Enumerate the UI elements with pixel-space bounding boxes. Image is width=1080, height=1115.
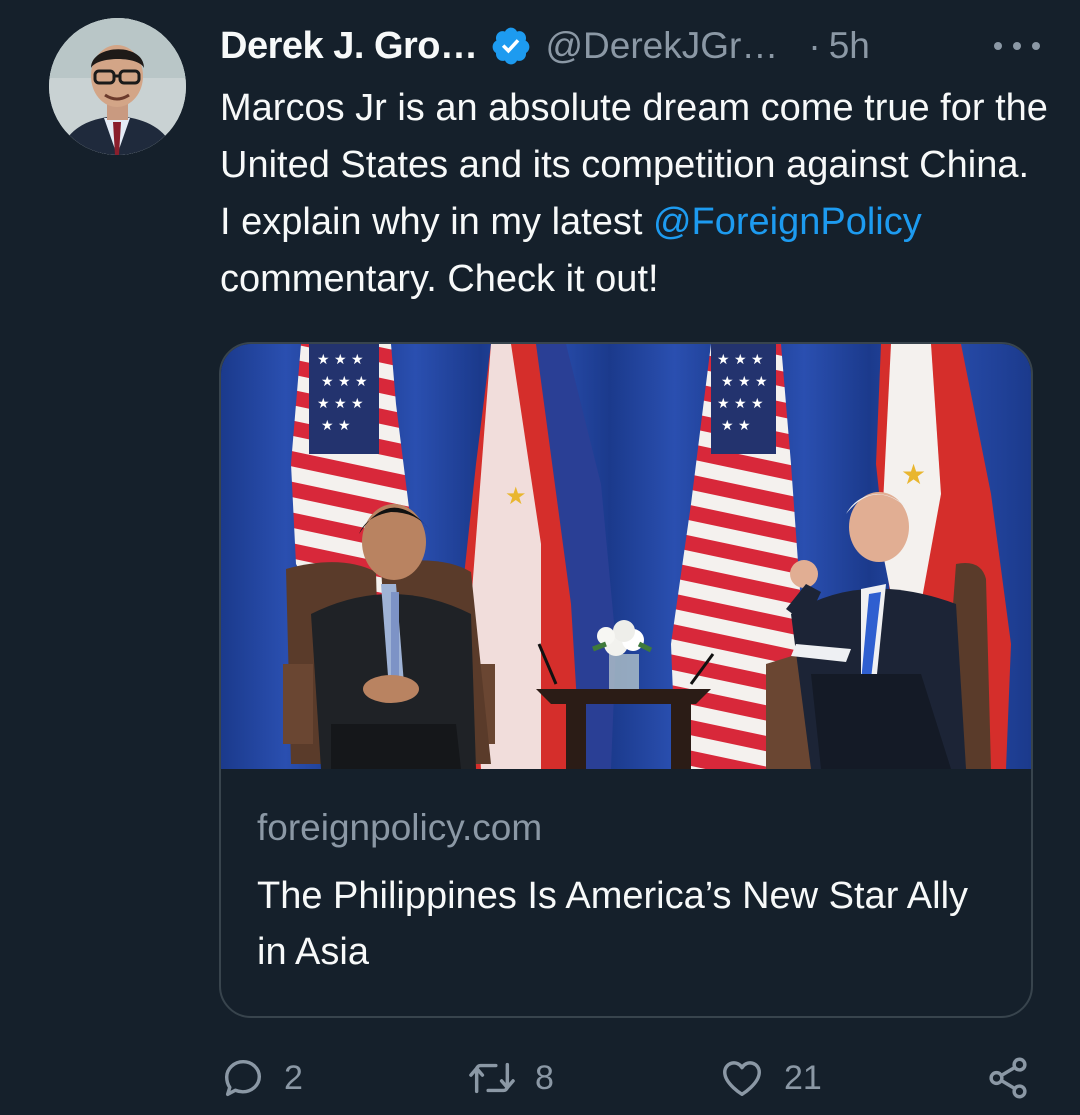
svg-text:★ ★: ★ ★ <box>321 418 351 434</box>
svg-text:★ ★: ★ ★ <box>721 418 751 434</box>
tweet[interactable]: Derek J. Gro… @DerekJGr… · 5h Marcos Jr … <box>0 0 1080 1115</box>
card-domain: foreignpolicy.com <box>257 807 543 848</box>
card-image: ★ ★ ★ ★ ★ ★ ★ ★ ★ ★ ★ ★ ★ ★ ★ ★ ★ ★ ★ ★ ★ ★ ★ … <box>221 344 1031 769</box>
svg-text:★ ★ ★: ★ ★ ★ <box>317 396 364 412</box>
card-title: The Philippines Is America’s New Star Al… <box>257 875 969 973</box>
retweet-icon <box>469 1062 515 1094</box>
reply-icon <box>224 1059 262 1097</box>
author-handle[interactable]: @DerekJGr… <box>546 25 779 67</box>
card-meta: foreignpolicy.com The Philippines Is Ame… <box>257 806 1007 980</box>
like-button[interactable]: 21 <box>718 1050 822 1106</box>
more-horizontal-icon[interactable] <box>994 26 1040 66</box>
heart-icon <box>723 1061 761 1097</box>
tweet-text-part: commentary. Check it out! <box>220 258 659 300</box>
link-card[interactable]: ★ ★ ★ ★ ★ ★ ★ ★ ★ ★ ★ ★ ★ ★ ★ ★ ★ ★ ★ ★ ★ ★ ★ … <box>219 342 1033 1018</box>
like-count: 21 <box>784 1058 822 1097</box>
svg-text:★: ★ <box>505 482 527 510</box>
retweet-button[interactable]: 8 <box>467 1050 554 1106</box>
timestamp[interactable]: 5h <box>829 25 870 67</box>
svg-text:★ ★ ★: ★ ★ ★ <box>717 396 764 412</box>
tweet-text-part: Marcos Jr is an absolute dream come true… <box>220 87 1048 243</box>
mention-link[interactable]: @ForeignPolicy <box>653 201 922 243</box>
svg-text:★: ★ <box>901 458 926 491</box>
svg-text:★ ★ ★: ★ ★ ★ <box>317 352 364 368</box>
retweet-count: 8 <box>535 1058 554 1097</box>
verified-badge-icon[interactable] <box>490 25 532 67</box>
tweet-actions: 2 8 21 <box>220 1050 1030 1106</box>
reply-button[interactable]: 2 <box>220 1050 303 1106</box>
share-button[interactable] <box>985 1050 1031 1106</box>
tweet-header: Derek J. Gro… @DerekJGr… · 5h <box>220 20 1040 72</box>
author-display-name[interactable]: Derek J. Gro… <box>220 25 478 68</box>
separator-dot: · <box>808 25 821 66</box>
avatar[interactable] <box>49 18 186 155</box>
svg-text:★ ★ ★: ★ ★ ★ <box>721 374 768 390</box>
svg-text:★ ★ ★: ★ ★ ★ <box>321 374 368 390</box>
tweet-text: Marcos Jr is an absolute dream come true… <box>220 80 1050 308</box>
reply-count: 2 <box>284 1058 303 1097</box>
svg-text:★ ★ ★: ★ ★ ★ <box>717 352 764 368</box>
share-icon <box>989 1057 1027 1099</box>
